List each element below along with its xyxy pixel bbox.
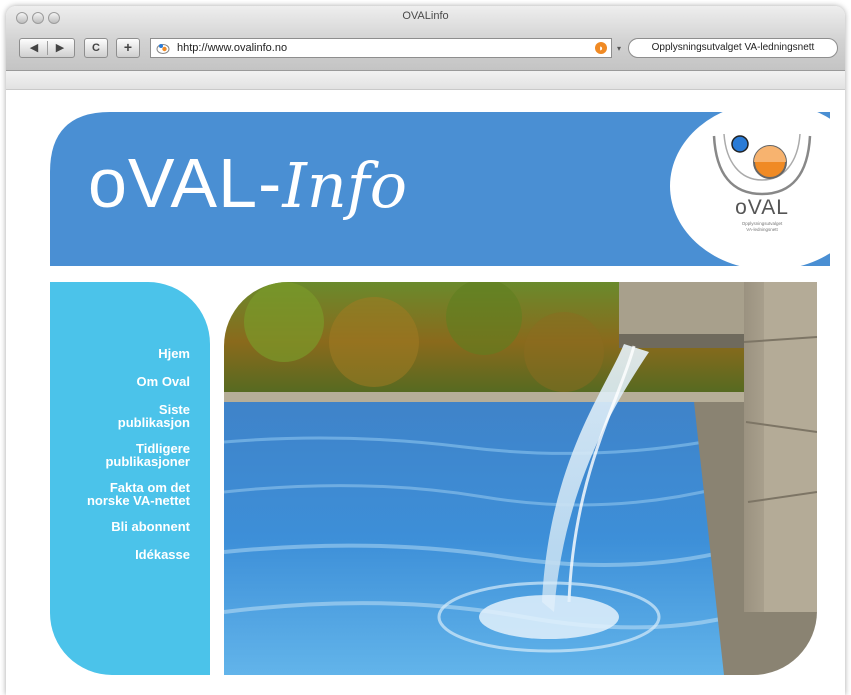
reload-button[interactable]: C bbox=[84, 38, 108, 58]
nav-item-fakta[interactable]: Fakta om det norske VA-nettet bbox=[40, 481, 190, 507]
logo-subtitle: Opplysningsutvalget VA-ledningsnett bbox=[741, 221, 783, 232]
browser-window: OVALinfo ◀ ▶ C + hhtp://www.ovalinfo.no ◗… bbox=[6, 6, 845, 695]
site-title[interactable]: oVAL-Info bbox=[88, 138, 407, 231]
add-bookmark-button[interactable]: + bbox=[116, 38, 140, 58]
bookmarks-bar bbox=[6, 71, 845, 90]
nav-item-om-oval[interactable]: Om Oval bbox=[40, 375, 190, 388]
reload-icon: C bbox=[92, 42, 100, 54]
hero-image bbox=[224, 282, 817, 675]
nav-item-siste-publikasjon[interactable]: Siste publikasjon bbox=[40, 403, 190, 429]
logo-text: oVAL bbox=[735, 196, 789, 219]
pool-waterfall-photo bbox=[224, 282, 817, 675]
rss-icon[interactable]: ◗ bbox=[595, 42, 607, 54]
nav-item-idekasse[interactable]: Idékasse bbox=[40, 548, 190, 561]
oval-logo[interactable]: oVAL Opplysningsutvalget VA-ledningsnett bbox=[706, 122, 818, 248]
sidebar: Hjem Om Oval Siste publikasjon Tidligere… bbox=[50, 282, 210, 675]
site-header: oVAL-Info oVAL Opplysningsutvalget VA-le… bbox=[50, 110, 830, 266]
search-field[interactable]: Opplysningsutvalget VA-ledningsnett bbox=[628, 38, 838, 58]
oval-logo-icon bbox=[712, 133, 812, 196]
site-favicon-icon bbox=[156, 44, 170, 54]
nav-divider bbox=[47, 41, 48, 55]
window-title: OVALinfo bbox=[402, 10, 449, 22]
address-bar[interactable]: hhtp://www.ovalinfo.no ◗ bbox=[150, 38, 612, 58]
plus-icon: + bbox=[123, 39, 133, 55]
back-forward-buttons[interactable]: ◀ ▶ bbox=[19, 38, 75, 58]
title-bar: OVALinfo ◀ ▶ C + hhtp://www.ovalinfo.no ◗… bbox=[6, 6, 845, 71]
nav-item-bli-abonnent[interactable]: Bli abonnent bbox=[40, 520, 190, 533]
site-title-info: Info bbox=[282, 149, 408, 222]
site-title-oval: oVAL- bbox=[88, 144, 283, 222]
url-text: hhtp://www.ovalinfo.no bbox=[177, 42, 288, 54]
nav-item-tidligere-publikasjoner[interactable]: Tidligere publikasjoner bbox=[40, 442, 190, 468]
search-dropdown-icon[interactable]: ▾ bbox=[617, 44, 621, 53]
nav-item-hjem[interactable]: Hjem bbox=[40, 347, 190, 360]
back-arrow-icon[interactable]: ◀ bbox=[21, 39, 47, 57]
sidebar-nav: Hjem Om Oval Siste publikasjon Tidligere… bbox=[40, 347, 190, 576]
forward-arrow-icon[interactable]: ▶ bbox=[47, 39, 73, 57]
